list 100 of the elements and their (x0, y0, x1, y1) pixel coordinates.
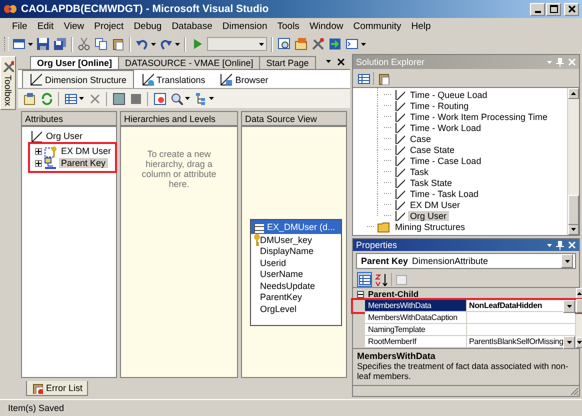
expand-toggle[interactable] (35, 148, 42, 154)
property-name[interactable]: MembersWithDataCaption (365, 312, 467, 324)
column-name: OrgLevel (260, 304, 297, 314)
solution-item[interactable]: Mining Structures (393, 222, 468, 232)
solution-item[interactable]: Org User (408, 210, 449, 220)
minimize-button[interactable] (530, 2, 545, 16)
close-icon[interactable] (337, 58, 345, 66)
menu-item[interactable]: Database (166, 20, 218, 32)
expand-toggle[interactable] (35, 160, 42, 166)
attribute-item[interactable]: Parent Key (59, 158, 108, 168)
grid-view-icon[interactable] (64, 92, 77, 105)
window-icon[interactable] (12, 37, 26, 51)
panel-title: Solution Explorer (356, 57, 426, 67)
collapse-toggle[interactable] (357, 290, 364, 298)
caret-icon (175, 42, 180, 46)
solution-item[interactable]: Task State (408, 178, 454, 188)
error-list-tab[interactable]: Error List (26, 381, 88, 396)
scrollbar-thumb[interactable] (568, 195, 579, 225)
property-value[interactable]: NonLeafDataHidden (467, 300, 564, 312)
floppy-disks-icon[interactable] (53, 37, 67, 51)
document-tab[interactable]: DATASOURCE - VMAE [Online] (118, 56, 260, 69)
pin-icon[interactable] (556, 240, 564, 250)
dimension-icon (30, 130, 42, 142)
table-title: EX_DMUser (d... (267, 222, 336, 232)
property-name[interactable]: MembersWithData (365, 300, 467, 312)
refresh-icon[interactable] (40, 92, 53, 105)
menu-item[interactable]: Dimension (217, 20, 272, 32)
window-icon[interactable] (345, 37, 359, 51)
solution-item[interactable]: Case (408, 134, 434, 144)
dimension-icon (394, 199, 405, 210)
sort-alphabetical-icon[interactable] (375, 272, 388, 286)
menu-item[interactable]: Community (348, 20, 406, 32)
zoom-icon[interactable] (170, 92, 183, 105)
tree-root[interactable]: Org User (44, 131, 85, 141)
menu-item[interactable]: Tools (272, 20, 304, 32)
solution-item[interactable]: Time - Queue Load (408, 90, 490, 100)
menu-item[interactable]: Debug (128, 20, 167, 32)
solution-item[interactable]: Time - Case Load (408, 156, 484, 166)
scrollbar[interactable] (575, 288, 582, 348)
menu-item[interactable]: File (7, 20, 32, 32)
object-selector[interactable]: Parent Key DimensionAttribute (356, 253, 576, 270)
menu-item[interactable]: Project (89, 20, 129, 32)
picture-icon[interactable] (112, 92, 125, 105)
caret-icon (566, 305, 572, 308)
dropdown-button[interactable] (563, 300, 576, 314)
magnifier-window-icon[interactable] (277, 37, 291, 51)
solution-item[interactable]: Time - Work Load (408, 122, 484, 132)
property-name[interactable]: RootMemberIf (365, 336, 467, 348)
property-name[interactable]: NamingTemplate (365, 324, 467, 336)
maximize-button[interactable] (546, 2, 561, 16)
designer-tab[interactable]: Translations (134, 70, 212, 88)
stop-icon[interactable] (129, 92, 142, 105)
menu-item[interactable]: Edit (32, 20, 59, 32)
menu-item[interactable]: Help (406, 20, 436, 32)
solution-item[interactable]: Case State (408, 144, 457, 154)
chart-axis-icon (29, 73, 42, 86)
delete-icon[interactable] (88, 92, 101, 105)
card-icon[interactable] (294, 37, 308, 51)
caret-icon[interactable] (547, 244, 552, 247)
key-icon (252, 233, 260, 246)
down-arrow-icon (571, 228, 576, 231)
designer-tab[interactable]: Browser (212, 70, 276, 88)
dropdown-button[interactable] (563, 336, 576, 350)
caret-icon (259, 42, 264, 46)
zoom-window-icon[interactable] (153, 92, 166, 105)
document-tab[interactable]: Org User [Online] (30, 56, 120, 69)
solution-item[interactable]: Task (408, 166, 431, 176)
arrow-box-icon[interactable] (328, 37, 342, 51)
designer-tab[interactable]: Dimension Structure (22, 70, 134, 88)
scrollbar-thumb[interactable] (576, 299, 582, 314)
plus-icon (36, 148, 41, 154)
dimension-icon (394, 166, 405, 177)
close-button[interactable] (564, 2, 579, 16)
menu-item[interactable]: View (58, 20, 90, 32)
menu-item[interactable]: Window (304, 20, 348, 32)
toolbox-tab[interactable]: Toolbox (0, 56, 16, 110)
maximize-icon (550, 5, 558, 13)
redo-icon[interactable] (159, 37, 173, 51)
clipboard-icon[interactable] (111, 37, 125, 51)
hierarchy-icon[interactable] (194, 92, 207, 105)
undo-icon[interactable] (135, 37, 149, 51)
table-card[interactable]: EX_DMUser (d... DMUser_key DisplayName Userid UserName NeedsUpdate ParentKey OrgLevel (250, 219, 342, 326)
dimension-icon (394, 177, 405, 188)
scissors-icon[interactable] (77, 37, 91, 51)
properties-window-icon[interactable] (357, 72, 370, 84)
document-icon[interactable] (377, 72, 390, 84)
categorized-icon[interactable] (358, 272, 371, 286)
solution-item[interactable]: Time - Task Load (408, 188, 481, 198)
dimension-icon (394, 122, 405, 133)
object-type: DimensionAttribute (412, 256, 488, 266)
solution-item[interactable]: EX DM User (408, 200, 462, 210)
document-tab[interactable]: Start Page (259, 56, 316, 69)
new-item-icon[interactable] (23, 92, 36, 105)
caret-icon[interactable] (326, 60, 332, 64)
attribute-item[interactable]: EX DM User (59, 146, 114, 156)
scrollbar[interactable] (567, 88, 579, 235)
copy-icon[interactable] (94, 37, 108, 51)
property-value[interactable]: ParentIsBlankSelfOrMissing (467, 336, 564, 348)
solution-item[interactable]: Time - Work Item Processing Time (408, 112, 550, 122)
solution-item[interactable]: Time - Routing (408, 100, 471, 110)
